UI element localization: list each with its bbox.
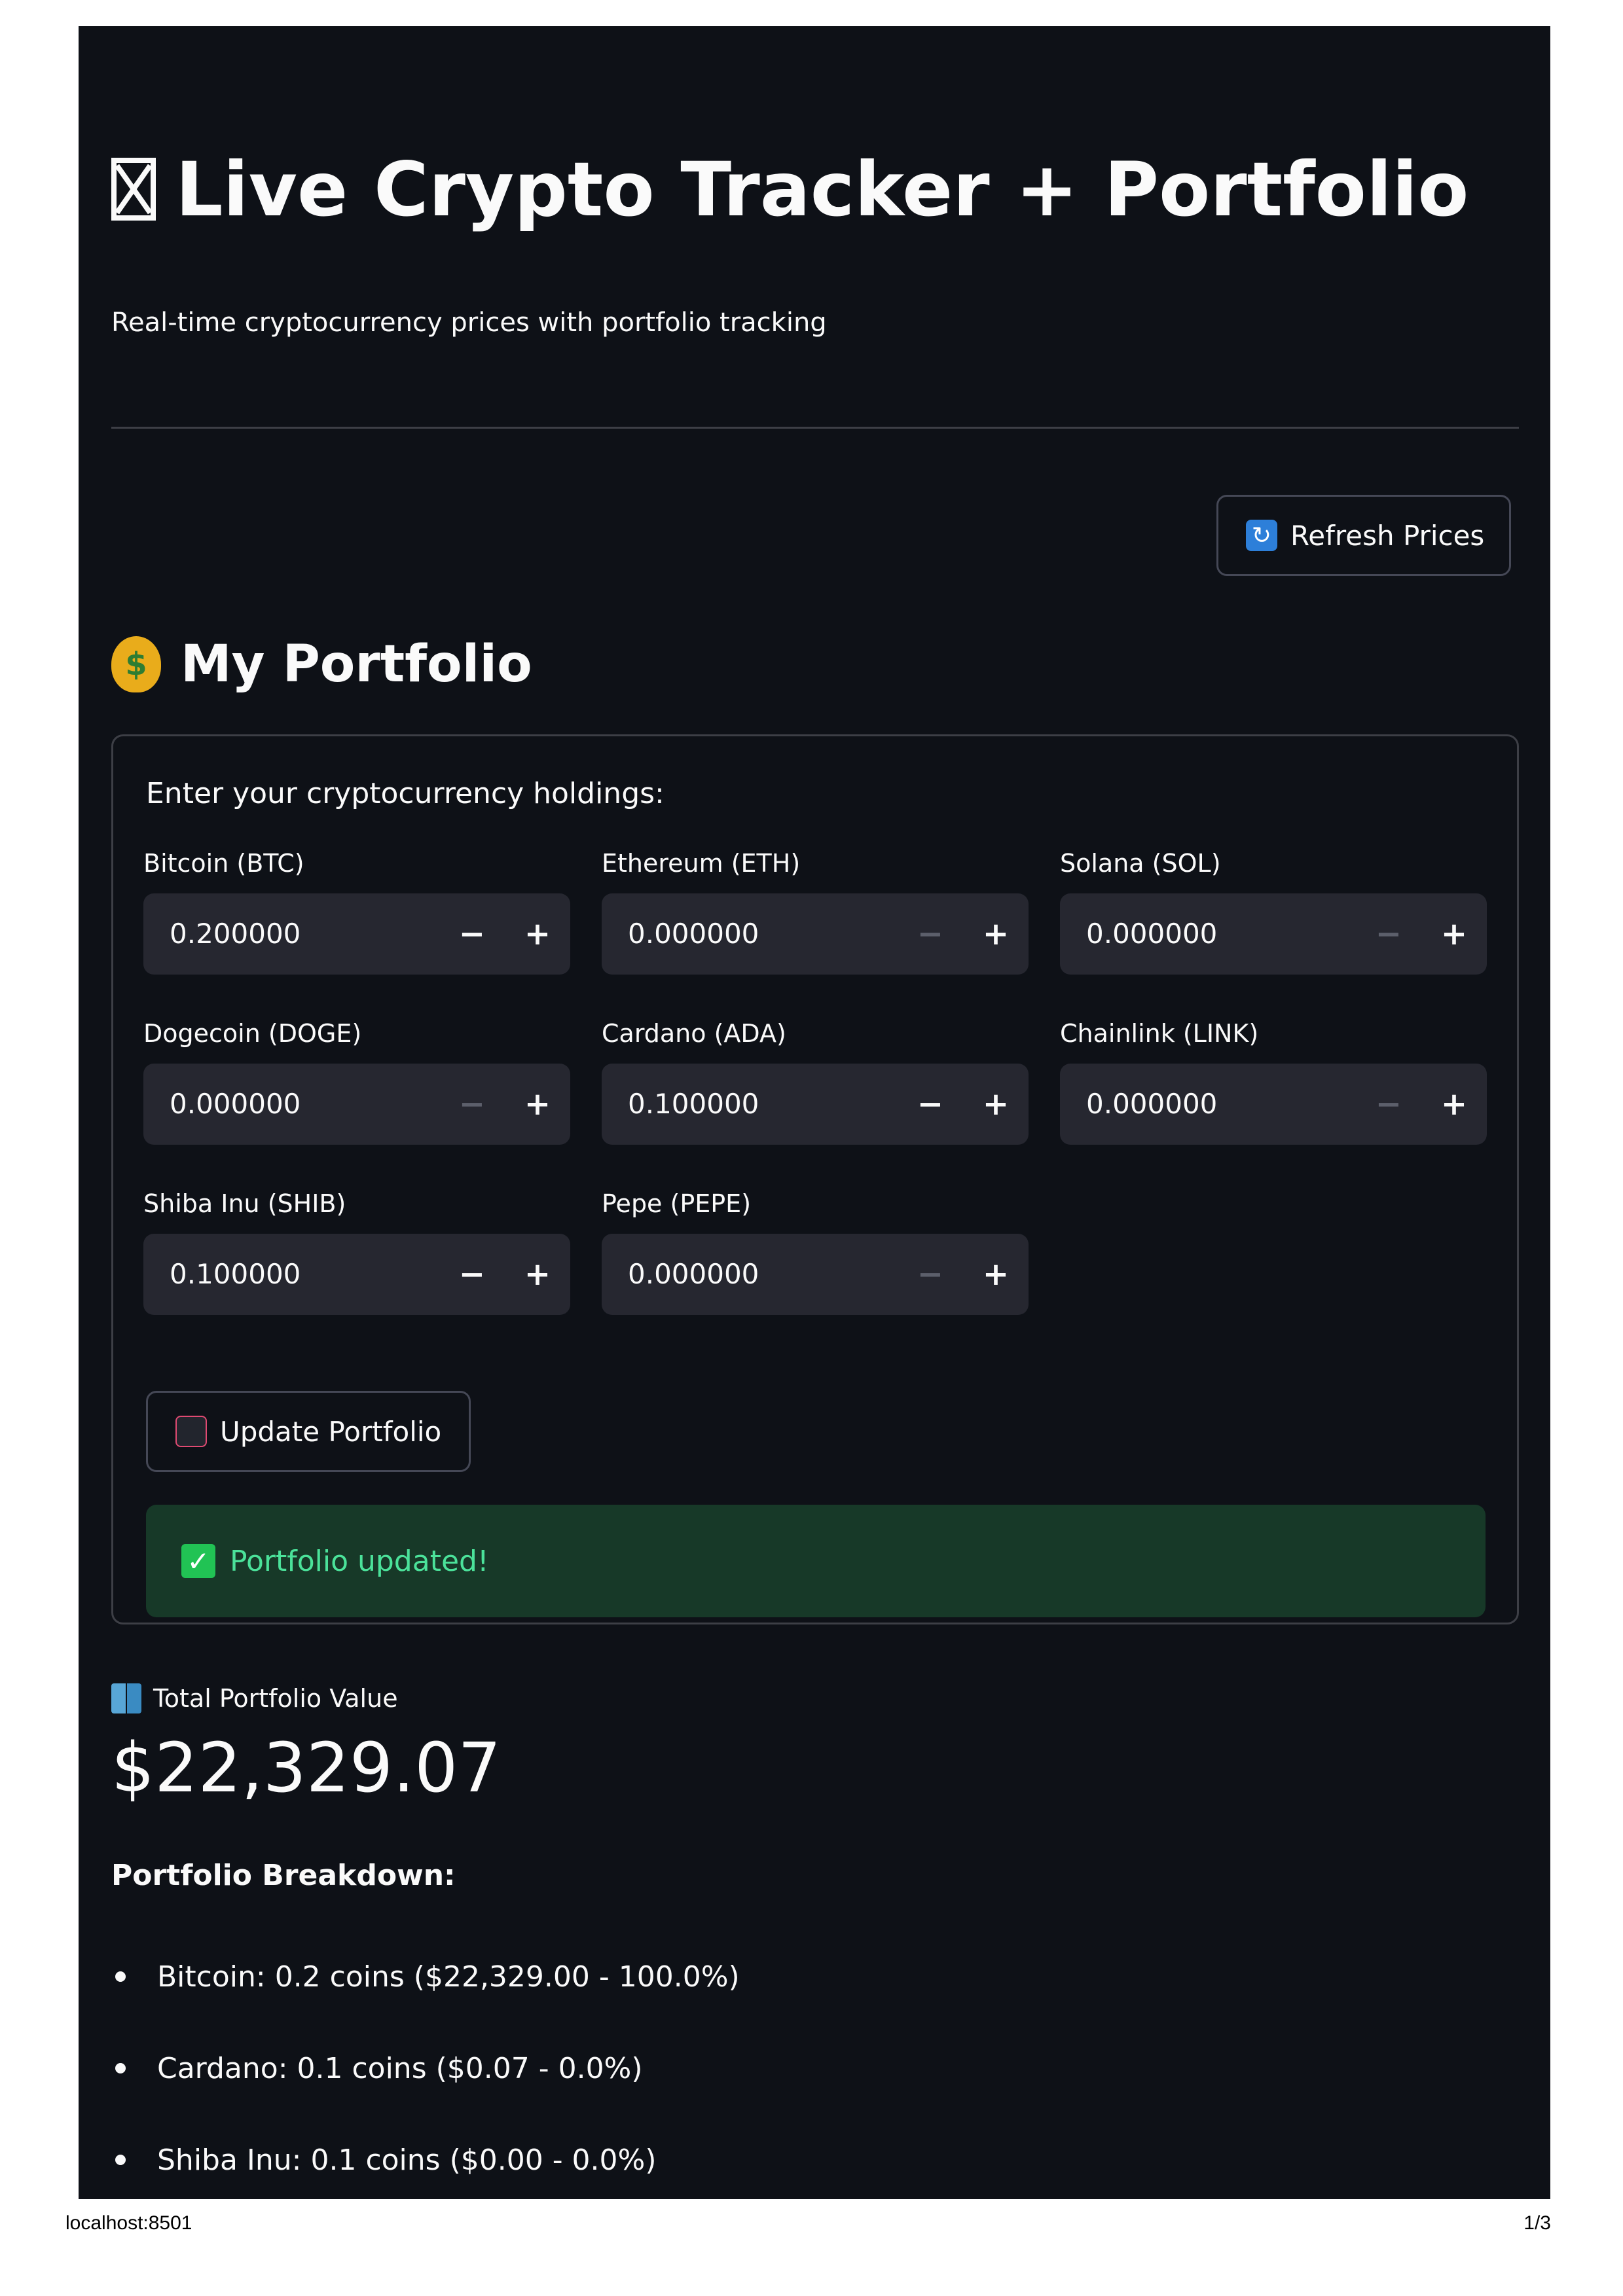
increment-button[interactable]: + [505,1234,570,1315]
solana-number-input[interactable]: 0.000000 − + [1060,893,1487,975]
decrement-button[interactable]: − [1356,893,1421,975]
bullet-icon [115,1971,126,1982]
increment-button[interactable]: + [963,1064,1029,1145]
increment-button[interactable]: + [963,893,1029,975]
decrement-button[interactable]: − [439,893,505,975]
bullet-icon [115,2063,126,2073]
increment-button[interactable]: + [1421,893,1487,975]
field-label: Chainlink (LINK) [1060,1019,1259,1048]
page-title: Live Crypto Tracker + Portfolio [111,144,1468,236]
footer-page-number: 1/3 [1523,2212,1551,2234]
decrement-button[interactable]: − [439,1064,505,1145]
success-alert: ✓ Portfolio updated! [146,1505,1486,1617]
floppy-disk-icon [175,1416,207,1447]
footer-url: localhost:8501 [65,2212,192,2234]
update-portfolio-label: Update Portfolio [220,1415,442,1448]
update-portfolio-button[interactable]: Update Portfolio [146,1391,471,1472]
dogecoin-number-input[interactable]: 0.000000 − + [143,1064,570,1145]
cardano-number-input[interactable]: 0.100000 − + [602,1064,1029,1145]
check-mark-icon: ✓ [181,1544,215,1578]
input-value[interactable]: 0.000000 [628,1234,759,1315]
field-label: Dogecoin (DOGE) [143,1019,362,1048]
refresh-prices-label: Refresh Prices [1290,519,1485,552]
list-item-text: Shiba Inu: 0.1 coins ($0.00 - 0.0%) [157,2143,657,2177]
decrement-button[interactable]: − [898,893,963,975]
missing-glyph-icon [111,158,156,221]
breakdown-title: Portfolio Breakdown: [111,1859,456,1892]
form-lead-text: Enter your cryptocurrency holdings: [146,777,665,810]
divider [111,427,1519,429]
decrement-button[interactable]: − [898,1234,963,1315]
refresh-prices-button[interactable]: ↻ Refresh Prices [1216,495,1511,576]
field-label: Cardano (ADA) [602,1019,786,1048]
building-icon [111,1683,141,1713]
input-value[interactable]: 0.000000 [1086,1064,1217,1145]
input-value[interactable]: 0.100000 [628,1064,759,1145]
field-label: Bitcoin (BTC) [143,849,304,878]
pepe-number-input[interactable]: 0.000000 − + [602,1234,1029,1315]
increment-button[interactable]: + [505,1064,570,1145]
increment-button[interactable]: + [505,893,570,975]
bullet-icon [115,2155,126,2165]
list-item: Cardano: 0.1 coins ($0.07 - 0.0%) [111,2049,643,2088]
ethereum-number-input[interactable]: 0.000000 − + [602,893,1029,975]
list-item: Shiba Inu: 0.1 coins ($0.00 - 0.0%) [111,2140,657,2179]
field-label: Ethereum (ETH) [602,849,801,878]
list-item: Bitcoin: 0.2 coins ($22,329.00 - 100.0%) [111,1957,740,1996]
money-bag-icon: $ [111,636,161,692]
bitcoin-number-input[interactable]: 0.200000 − + [143,893,570,975]
decrement-button[interactable]: − [898,1064,963,1145]
input-value[interactable]: 0.100000 [170,1234,301,1315]
metric-label-text: Total Portfolio Value [153,1684,398,1713]
metric-label: Total Portfolio Value [111,1683,398,1713]
page-title-text: Live Crypto Tracker + Portfolio [175,146,1469,233]
total-portfolio-value: $22,329.07 [111,1728,501,1808]
decrement-button[interactable]: − [1356,1064,1421,1145]
field-label: Shiba Inu (SHIB) [143,1189,346,1218]
increment-button[interactable]: + [1421,1064,1487,1145]
portfolio-heading: $ My Portfolio [111,635,532,694]
input-value[interactable]: 0.000000 [628,893,759,975]
input-value[interactable]: 0.000000 [170,1064,301,1145]
app-main: Live Crypto Tracker + Portfolio Real-tim… [79,26,1550,2199]
field-label: Pepe (PEPE) [602,1189,752,1218]
success-message: Portfolio updated! [230,1544,489,1578]
decrement-button[interactable]: − [439,1234,505,1315]
shiba-inu-number-input[interactable]: 0.100000 − + [143,1234,570,1315]
page-subtitle: Real-time cryptocurrency prices with por… [111,308,827,338]
refresh-icon: ↻ [1246,520,1277,551]
input-value[interactable]: 0.000000 [1086,893,1217,975]
chainlink-number-input[interactable]: 0.000000 − + [1060,1064,1487,1145]
input-value[interactable]: 0.200000 [170,893,301,975]
increment-button[interactable]: + [963,1234,1029,1315]
portfolio-heading-text: My Portfolio [181,635,532,694]
list-item-text: Bitcoin: 0.2 coins ($22,329.00 - 100.0%) [157,1960,740,1994]
list-item-text: Cardano: 0.1 coins ($0.07 - 0.0%) [157,2051,643,2085]
field-label: Solana (SOL) [1060,849,1221,878]
holdings-form: Enter your cryptocurrency holdings: Bitc… [111,734,1519,1624]
